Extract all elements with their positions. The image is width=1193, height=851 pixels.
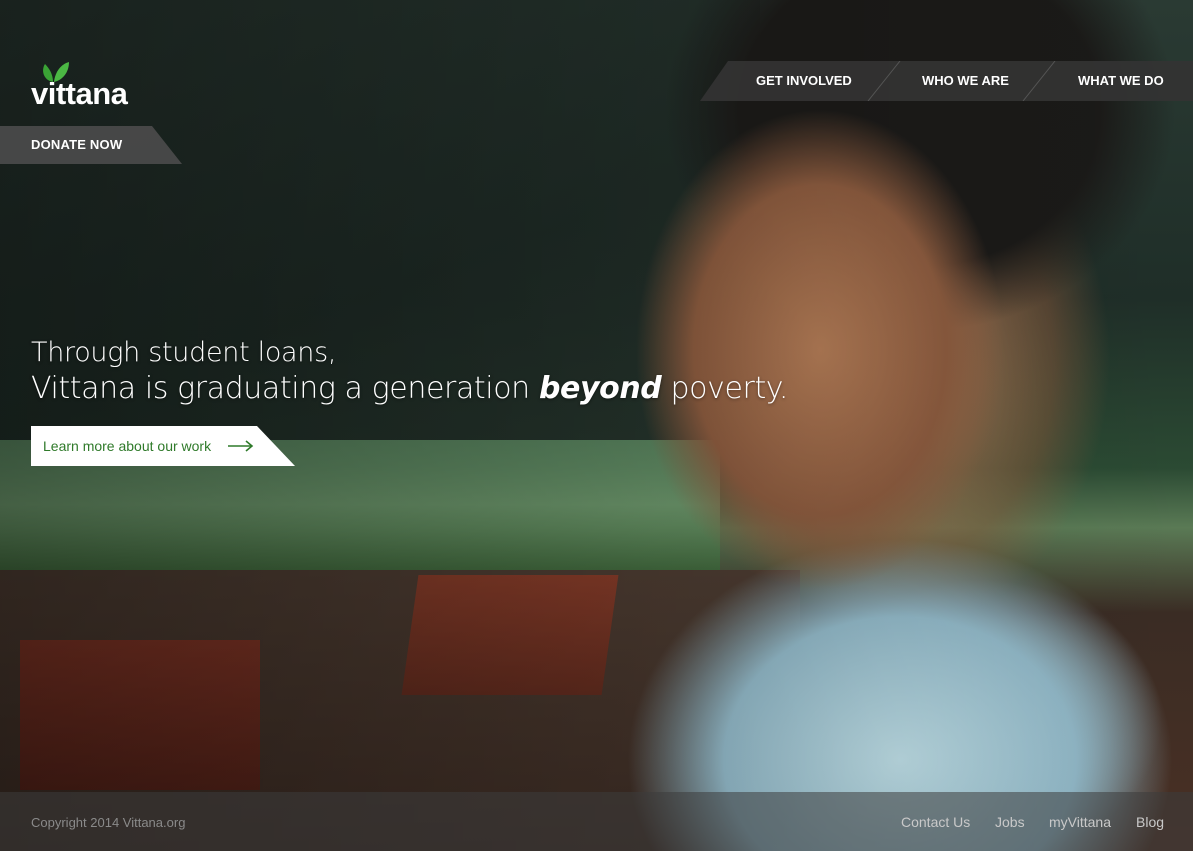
main-navigation: GET INVOLVED WHO WE ARE WHAT WE DO [700, 61, 1193, 101]
headline-line-1: Through student loans, [31, 337, 337, 368]
headline-emphasis: beyond [538, 371, 662, 406]
learn-more-button[interactable]: Learn more about our work [31, 426, 297, 466]
learn-more-label: Learn more about our work [43, 438, 212, 454]
headline-line-2: Vittana is graduating a generation beyon… [31, 370, 788, 408]
nav-get-involved[interactable]: GET INVOLVED [756, 73, 852, 88]
footer-link-contact-us[interactable]: Contact Us [901, 814, 970, 830]
arrow-right-icon [228, 440, 254, 452]
vittana-logo[interactable]: vittana [31, 60, 151, 111]
footer-link-blog[interactable]: Blog [1136, 814, 1164, 830]
nav-who-we-are[interactable]: WHO WE ARE [922, 73, 1009, 88]
footer-link-jobs[interactable]: Jobs [995, 814, 1025, 830]
donate-now-label: DONATE NOW [31, 137, 123, 152]
copyright-text: Copyright 2014 Vittana.org [31, 815, 186, 830]
footer-link-myvittana[interactable]: myVittana [1049, 814, 1111, 830]
logo-wordmark: vittana [31, 76, 128, 111]
headline-text: Vittana is graduating a generation [31, 371, 539, 406]
nav-what-we-do[interactable]: WHAT WE DO [1078, 73, 1164, 88]
donate-now-button[interactable]: DONATE NOW [0, 126, 190, 164]
headline-text: poverty. [661, 371, 789, 406]
footer-bar: Copyright 2014 Vittana.org Contact Us Jo… [0, 792, 1193, 851]
hero-headline: Through student loans, Vittana is gradua… [31, 336, 788, 408]
